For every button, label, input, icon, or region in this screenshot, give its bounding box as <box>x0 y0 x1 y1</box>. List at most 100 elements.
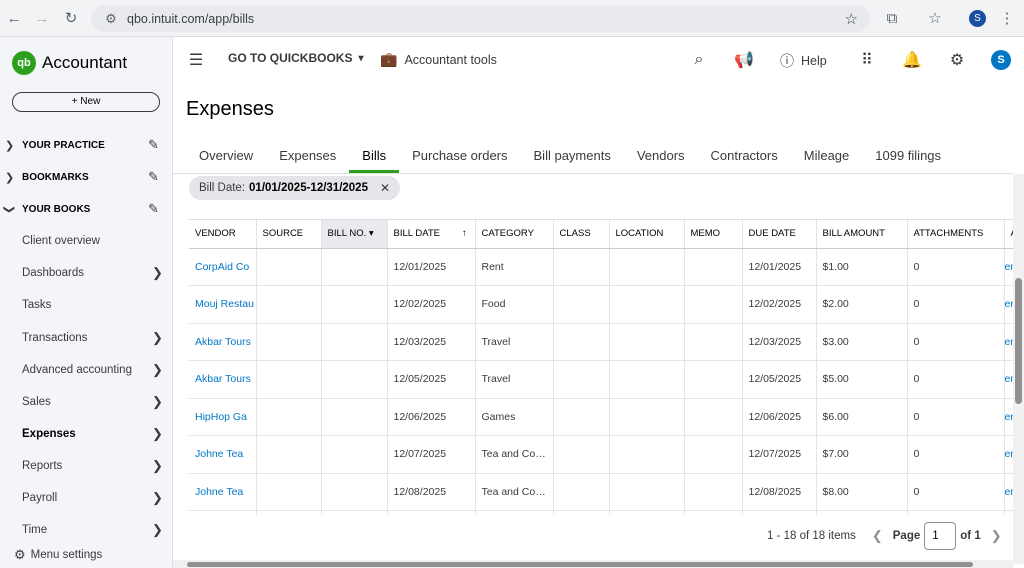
browser-profile-avatar[interactable]: S <box>969 10 986 27</box>
column-header-location[interactable]: LOCATION <box>609 220 685 249</box>
back-icon[interactable]: ← <box>4 8 24 28</box>
tab-1099-filings[interactable]: 1099 filings <box>862 140 954 173</box>
search-icon[interactable]: ⌕ <box>688 49 710 71</box>
sidebar-item-client-overview[interactable]: Client overview <box>0 229 173 253</box>
bill-date-cell: 12/01/2025 <box>387 248 476 286</box>
accountant-tools-label: Accountant tools <box>404 52 497 67</box>
vendor-cell[interactable]: Johne Tea <box>189 473 257 511</box>
vendor-cell[interactable]: CorpAid Co <box>189 248 257 286</box>
sidebar-section-bookmarks[interactable]: ❯ BOOKMARKS ✎ <box>0 165 173 189</box>
sidebar-section-your-practice[interactable]: ❯ YOUR PRACTICE ✎ <box>0 133 173 157</box>
sort-down-icon: ▾ <box>368 228 374 240</box>
column-header-bill-amount[interactable]: BILL AMOUNT <box>816 220 908 249</box>
browser-menu-icon[interactable]: ⋮ <box>997 8 1017 28</box>
tab-overview[interactable]: Overview <box>186 140 266 173</box>
close-icon[interactable]: ✕ <box>380 181 390 195</box>
bell-icon[interactable]: 🔔 <box>901 49 923 71</box>
app-logo[interactable]: qb Accountant <box>12 51 127 75</box>
bookmarks-icon[interactable]: ☆ <box>925 8 945 28</box>
new-button[interactable]: + New <box>12 92 160 112</box>
sidebar-item-sales[interactable]: Sales ❯ <box>0 390 173 414</box>
collapse-menu-icon[interactable]: ☰ <box>185 49 207 71</box>
user-avatar[interactable]: S <box>991 50 1011 70</box>
chevron-right-icon[interactable]: ❯ <box>991 528 1002 544</box>
sidebar-section-your-books[interactable]: ❯ YOUR BOOKS ✎ <box>0 197 173 221</box>
action-link[interactable]: en <box>1004 473 1013 511</box>
tab-mileage[interactable]: Mileage <box>791 140 863 173</box>
sidebar-item-expenses[interactable]: Expenses ❯ <box>0 422 173 446</box>
sidebar-item-dashboards[interactable]: Dashboards ❯ <box>0 261 173 285</box>
tab-purchase-orders[interactable]: Purchase orders <box>399 140 520 173</box>
chevron-left-icon[interactable]: ❮ <box>872 528 883 544</box>
url-text[interactable]: qbo.intuit.com/app/bills <box>127 12 254 26</box>
scrollbar-thumb[interactable] <box>1015 278 1022 404</box>
go-to-quickbooks-dropdown[interactable]: GO TO QUICKBOOKS ▾ <box>228 51 363 65</box>
sidebar-item-time[interactable]: Time ❯ <box>0 518 173 542</box>
column-header-category[interactable]: CATEGORY <box>475 220 554 249</box>
column-header-memo[interactable]: MEMO <box>684 220 743 249</box>
action-link[interactable] <box>1004 510 1013 515</box>
sidebar-item-tasks[interactable]: Tasks <box>0 293 173 317</box>
pencil-icon[interactable]: ✎ <box>148 201 159 217</box>
column-header-class[interactable]: CLASS <box>553 220 610 249</box>
site-settings-icon[interactable]: ⚙ <box>99 11 123 27</box>
column-header-attachments[interactable]: ATTACHMENTS <box>907 220 1005 249</box>
apps-grid-icon[interactable]: ⠿ <box>856 49 878 71</box>
table-row[interactable]: Johne Tea 12/08/2025 Tea and Co… 12/08/2… <box>189 473 1013 511</box>
reload-icon[interactable]: ↻ <box>61 8 81 28</box>
table-row[interactable]: Akbar Tours 12/03/2025 Travel 12/03/2025… <box>189 323 1013 361</box>
column-header-source[interactable]: SOURCE <box>256 220 322 249</box>
column-header-vendor[interactable]: VENDOR <box>189 220 257 249</box>
megaphone-icon[interactable]: 📢 <box>733 49 755 71</box>
help-button[interactable]: ⓘ Help <box>780 51 827 71</box>
menu-settings-button[interactable]: ⚙ Menu settings <box>14 547 102 563</box>
forward-icon[interactable]: → <box>32 8 52 28</box>
action-link[interactable]: en <box>1004 398 1013 436</box>
action-link[interactable]: en <box>1004 323 1013 361</box>
tab-bills[interactable]: Bills <box>349 140 399 173</box>
action-link[interactable]: en <box>1004 248 1013 286</box>
table-row[interactable] <box>189 510 1013 515</box>
vendor-cell[interactable]: Mouj Restau <box>189 285 257 324</box>
column-header-bill-no[interactable]: BILL NO. ▾ <box>321 220 388 249</box>
tab-expenses[interactable]: Expenses <box>266 140 349 173</box>
sidebar-item-advanced-accounting[interactable]: Advanced accounting ❯ <box>0 358 173 382</box>
tab-vendors[interactable]: Vendors <box>624 140 698 173</box>
sidebar-item-payroll[interactable]: Payroll ❯ <box>0 486 173 510</box>
table-row[interactable]: Mouj Restau 12/02/2025 Food 12/02/2025 $… <box>189 285 1013 324</box>
app-name: Accountant <box>42 53 128 72</box>
vendor-cell[interactable]: Johne Tea <box>189 435 257 474</box>
column-header-bill-date[interactable]: BILL DATE ↑ <box>387 220 476 249</box>
bookmark-star-icon[interactable]: ☆ <box>845 10 858 28</box>
gear-icon[interactable]: ⚙ <box>946 49 968 71</box>
vendor-cell[interactable]: Akbar Tours <box>189 360 257 399</box>
table-row[interactable]: Johne Tea 12/07/2025 Tea and Co… 12/07/2… <box>189 435 1013 474</box>
address-bar[interactable]: ⚙ qbo.intuit.com/app/bills ☆ <box>91 5 870 32</box>
column-header-action[interactable]: A <box>1004 220 1013 249</box>
pencil-icon[interactable]: ✎ <box>148 137 159 153</box>
action-link[interactable]: en <box>1004 360 1013 399</box>
table-row[interactable]: HipHop Ga 12/06/2025 Games 12/06/2025 $6… <box>189 398 1013 436</box>
sidebar-item-reports[interactable]: Reports ❯ <box>0 454 173 478</box>
vendor-cell[interactable]: Akbar Tours <box>189 323 257 361</box>
vendor-cell[interactable] <box>189 510 257 515</box>
vendor-cell[interactable]: HipHop Ga <box>189 398 257 436</box>
extensions-icon[interactable]: ⧉ <box>882 8 902 28</box>
horizontal-scrollbar[interactable] <box>173 560 1013 568</box>
tab-bill-payments[interactable]: Bill payments <box>521 140 624 173</box>
memo-cell <box>684 510 743 515</box>
sidebar-item-transactions[interactable]: Transactions ❯ <box>0 326 173 350</box>
table-row[interactable]: Akbar Tours 12/05/2025 Travel 12/05/2025… <box>189 360 1013 399</box>
action-link[interactable]: en <box>1004 285 1013 324</box>
scrollbar-thumb[interactable] <box>187 562 973 567</box>
column-header-due-date[interactable]: DUE DATE <box>742 220 817 249</box>
page-number-input[interactable]: 1 <box>924 522 957 550</box>
due-date-cell: 12/06/2025 <box>742 398 817 436</box>
action-link[interactable]: en <box>1004 435 1013 474</box>
pencil-icon[interactable]: ✎ <box>148 169 159 185</box>
table-row[interactable]: CorpAid Co 12/01/2025 Rent 12/01/2025 $1… <box>189 248 1013 286</box>
tab-contractors[interactable]: Contractors <box>698 140 791 173</box>
vertical-scrollbar[interactable] <box>1013 174 1024 564</box>
bill-date-filter-chip[interactable]: Bill Date: 01/01/2025-12/31/2025 ✕ <box>189 176 401 200</box>
accountant-tools-button[interactable]: 💼 Accountant tools <box>380 51 497 68</box>
